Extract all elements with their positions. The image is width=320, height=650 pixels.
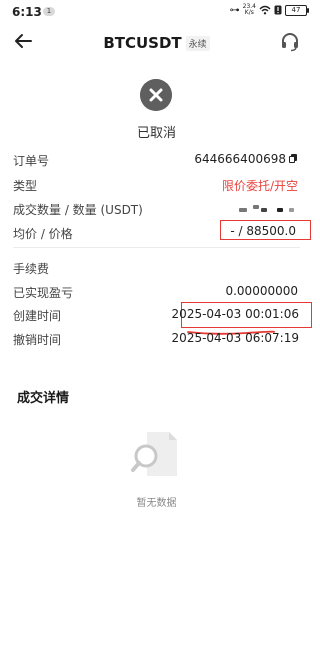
status-time: 6:13: [12, 5, 42, 19]
network-speed: 23.4 K/s: [243, 4, 256, 16]
divider: [13, 247, 300, 248]
order-type-label: 类型: [13, 179, 38, 193]
symbol-name: BTCUSDT: [103, 34, 182, 52]
created-time-label: 创建时间: [13, 309, 62, 323]
cancel-time-value: 2025-04-03 06:07:19: [171, 331, 299, 345]
copy-icon[interactable]: [289, 154, 298, 164]
order-status-label: 已取消: [136, 126, 176, 141]
created-time-value: 2025-04-03 00:01:06: [171, 307, 299, 321]
empty-state-text: 暂无数据: [136, 498, 177, 509]
filled-quantity-value-redacted: [239, 205, 295, 215]
order-type-value: 限价委托/开空: [221, 179, 298, 193]
customer-service-icon[interactable]: [280, 32, 300, 52]
notification-count-badge: 1: [43, 7, 55, 16]
wifi-icon: [259, 5, 271, 15]
empty-document-search-icon: [131, 432, 177, 476]
network-speed-unit: K/s: [244, 9, 254, 16]
cancelled-status-icon: [140, 79, 172, 111]
key-icon: ⊶: [229, 4, 240, 16]
realized-pnl-label: 已实现盈亏: [13, 286, 74, 300]
fee-label: 手续费: [13, 262, 50, 276]
contract-type-tag: 永续: [185, 35, 210, 51]
cancel-time-label: 撤销时间: [13, 333, 62, 347]
order-id-text: 644666400698: [194, 152, 286, 166]
page-title: BTCUSDT 永续: [0, 34, 313, 52]
order-id-value[interactable]: 644666400698: [194, 152, 298, 166]
avg-price-label: 均价 / 价格: [13, 227, 73, 241]
avg-price-value: - / 88500.0: [230, 224, 296, 238]
filled-quantity-label: 成交数量 / 数量 (USDT): [13, 203, 143, 217]
battery-icon: 47: [285, 4, 309, 16]
status-icons: ⊶ 23.4 K/s 47: [229, 4, 309, 16]
realized-pnl-value: 0.00000000: [225, 284, 298, 298]
alert-icon: [274, 5, 282, 15]
order-id-label: 订单号: [13, 154, 50, 168]
trade-details-title: 成交详情: [17, 391, 70, 406]
